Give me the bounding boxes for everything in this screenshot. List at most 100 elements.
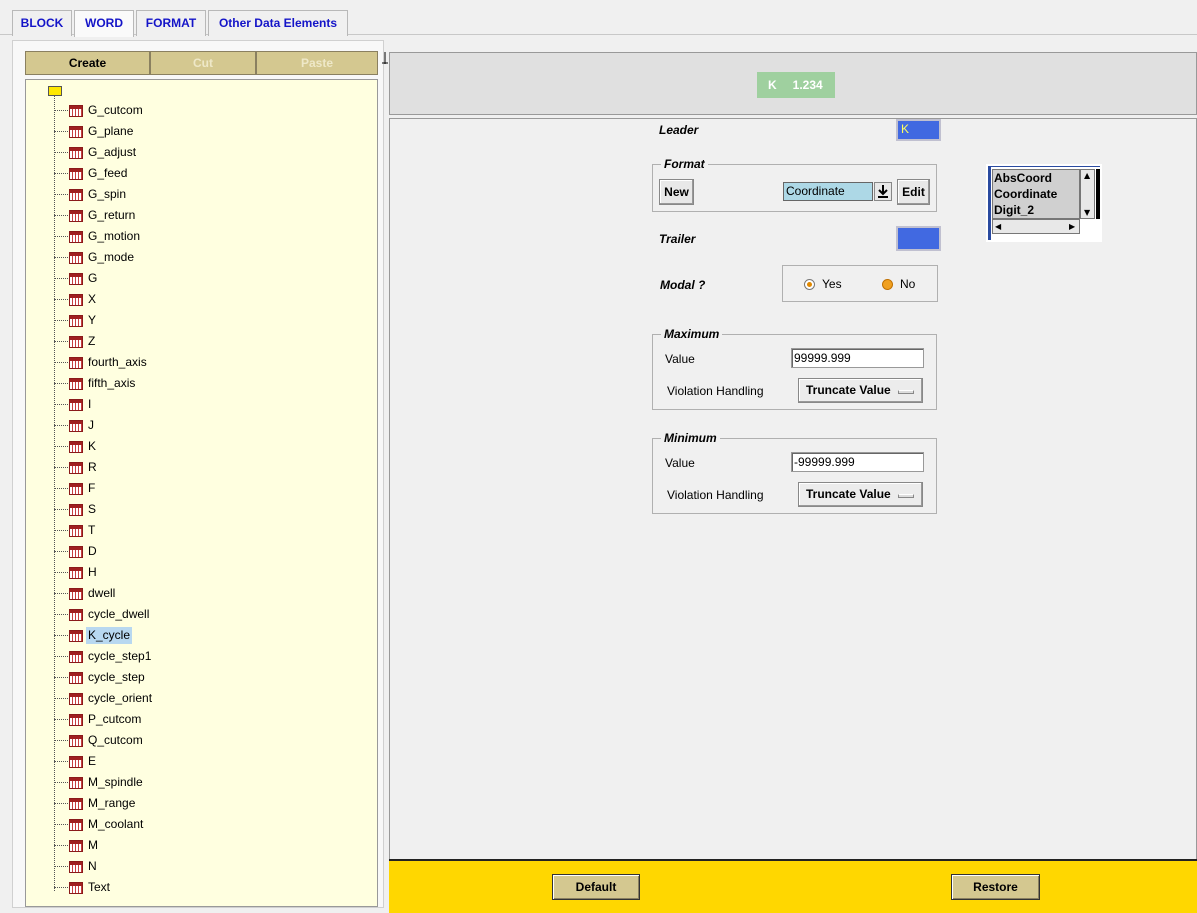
tree-connector	[54, 593, 68, 594]
scroll-up-icon[interactable]: ▲	[1084, 172, 1090, 180]
tree-item-g-spin[interactable]: G_spin	[54, 184, 128, 205]
word-item-icon	[69, 125, 83, 138]
minimum-value-input[interactable]: -99999.999	[791, 452, 924, 472]
create-button[interactable]: Create	[25, 51, 150, 75]
tree-item-label: fifth_axis	[88, 376, 136, 390]
format-listbox-popup: AbsCoord Coordinate Digit_2 ▲ ▼ ◀ ▶	[986, 164, 1102, 242]
tree-item-text[interactable]: Text	[54, 877, 112, 898]
modal-no-option[interactable]: No	[882, 277, 915, 291]
word-item-icon	[69, 209, 83, 222]
tree-item-p-cutcom[interactable]: P_cutcom	[54, 709, 143, 730]
scroll-down-icon[interactable]: ▼	[1084, 209, 1090, 217]
tree-item-k-cycle[interactable]: K_cycle	[54, 625, 133, 646]
word-tree[interactable]: G_cutcom G_plane G_adjust G_feed G_spin G_ret…	[25, 79, 378, 907]
word-item-icon	[69, 377, 83, 390]
folder-icon[interactable]	[48, 86, 62, 96]
tree-item-g-feed[interactable]: G_feed	[54, 163, 129, 184]
modal-label: Modal ?	[660, 278, 706, 292]
listbox-horizontal-scrollbar[interactable]: ◀ ▶	[992, 219, 1080, 234]
tree-item-r[interactable]: R	[54, 457, 99, 478]
tree-item-y[interactable]: Y	[54, 310, 98, 331]
tree-item-label: M_range	[88, 796, 136, 810]
tree-item-fourth-axis[interactable]: fourth_axis	[54, 352, 149, 373]
edit-format-button[interactable]: Edit	[897, 179, 930, 205]
word-item-icon	[69, 587, 83, 600]
minimum-violation-select[interactable]: Truncate Value	[798, 482, 923, 507]
radio-no-icon[interactable]	[882, 278, 893, 290]
tree-item-n[interactable]: N	[54, 856, 99, 877]
tree-item-cycle-step[interactable]: cycle_step	[54, 667, 147, 688]
tab-format[interactable]: FORMAT	[136, 10, 206, 36]
tree-item-k[interactable]: K	[54, 436, 98, 457]
tree-connector	[54, 194, 68, 195]
tree-item-s[interactable]: S	[54, 499, 98, 520]
tree-item-i[interactable]: I	[54, 394, 93, 415]
tree-item-m[interactable]: M	[54, 835, 100, 856]
tree-item-g[interactable]: G	[54, 268, 99, 289]
tree-item-g-adjust[interactable]: G_adjust	[54, 142, 138, 163]
tree-item-g-return[interactable]: G_return	[54, 205, 137, 226]
new-format-button[interactable]: New	[659, 179, 694, 205]
listbox-edge	[1096, 169, 1100, 219]
tree-connector	[54, 278, 68, 279]
tree-item-z[interactable]: Z	[54, 331, 97, 352]
tree-item-t[interactable]: T	[54, 520, 97, 541]
scroll-left-icon[interactable]: ◀	[995, 223, 1001, 231]
tree-item-label: cycle_step1	[88, 649, 152, 663]
maximum-value-label: Value	[665, 352, 695, 366]
tree-item-g-motion[interactable]: G_motion	[54, 226, 142, 247]
tree-item-fifth-axis[interactable]: fifth_axis	[54, 373, 137, 394]
tree-connector	[54, 635, 68, 636]
tab-word[interactable]: WORD	[74, 10, 134, 37]
maximum-violation-select[interactable]: Truncate Value	[798, 378, 923, 403]
word-item-icon	[69, 734, 83, 747]
format-select-field[interactable]: Coordinate	[783, 182, 873, 201]
tab-other-data-elements[interactable]: Other Data Elements	[208, 10, 348, 36]
tree-connector	[54, 866, 68, 867]
maximum-value-input[interactable]: 99999.999	[791, 348, 924, 368]
tree-item-q-cutcom[interactable]: Q_cutcom	[54, 730, 145, 751]
tree-item-cycle-orient[interactable]: cycle_orient	[54, 688, 154, 709]
word-item-icon	[69, 524, 83, 537]
maximum-violation-label: Violation Handling	[667, 384, 764, 398]
tree-item-m-coolant[interactable]: M_coolant	[54, 814, 145, 835]
listbox-vertical-scrollbar[interactable]: ▲ ▼	[1080, 169, 1095, 219]
tree-connector	[54, 467, 68, 468]
format-list-item[interactable]: AbsCoord	[993, 170, 1079, 186]
tree-item-e[interactable]: E	[54, 751, 98, 772]
tree-item-f[interactable]: F	[54, 478, 97, 499]
scroll-right-icon[interactable]: ▶	[1069, 223, 1075, 231]
tree-item-m-range[interactable]: M_range	[54, 793, 137, 814]
tree-item-m-spindle[interactable]: M_spindle	[54, 772, 145, 793]
radio-yes-icon[interactable]	[804, 278, 815, 290]
leader-field[interactable]: K	[896, 119, 941, 141]
tree-item-label: G_adjust	[88, 145, 137, 159]
tree-item-dwell[interactable]: dwell	[54, 583, 117, 604]
trailer-field[interactable]	[896, 226, 941, 251]
format-list-item[interactable]: Coordinate	[993, 186, 1079, 202]
tree-item-label: G_motion	[88, 229, 141, 243]
tree-item-g-plane[interactable]: G_plane	[54, 121, 135, 142]
cut-button[interactable]: Cut	[150, 51, 256, 75]
trailer-label: Trailer	[659, 232, 696, 246]
paste-button[interactable]: Paste	[256, 51, 378, 75]
tree-item-x[interactable]: X	[54, 289, 98, 310]
splitter-handle-icon[interactable]	[382, 52, 388, 64]
tree-item-g-cutcom[interactable]: G_cutcom	[54, 100, 145, 121]
tree-item-h[interactable]: H	[54, 562, 99, 583]
format-list-item[interactable]: Digit_2	[993, 202, 1079, 218]
word-item-icon	[69, 146, 83, 159]
tree-item-cycle-dwell[interactable]: cycle_dwell	[54, 604, 151, 625]
format-listbox[interactable]: AbsCoord Coordinate Digit_2	[992, 169, 1080, 219]
modal-yes-option[interactable]: Yes	[804, 277, 842, 291]
tree-item-j[interactable]: J	[54, 415, 96, 436]
tree-item-d[interactable]: D	[54, 541, 99, 562]
tree-item-g-mode[interactable]: G_mode	[54, 247, 136, 268]
restore-button[interactable]: Restore	[951, 874, 1040, 900]
tree-connector	[54, 320, 68, 321]
format-download-icon[interactable]	[874, 182, 892, 201]
tab-block[interactable]: BLOCK	[12, 10, 72, 36]
tree-item-label: Q_cutcom	[88, 733, 143, 747]
tree-item-cycle-step1[interactable]: cycle_step1	[54, 646, 153, 667]
default-button[interactable]: Default	[552, 874, 640, 900]
